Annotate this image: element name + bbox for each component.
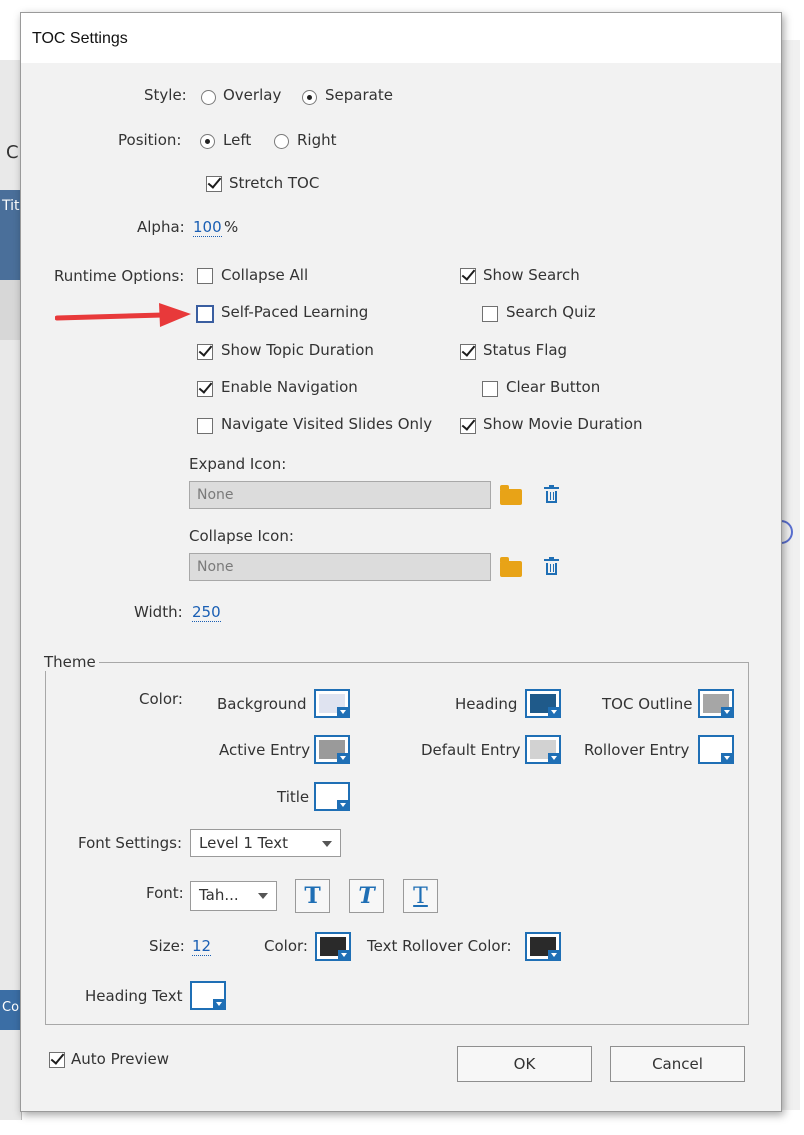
status-flag-label[interactable]: Status Flag <box>483 341 567 359</box>
default-entry-color-label: Default Entry <box>421 741 521 759</box>
default-entry-color-swatch[interactable] <box>525 735 561 764</box>
expand-icon-label: Expand Icon: <box>189 455 287 473</box>
toc-outline-color-label: TOC Outline <box>602 695 693 713</box>
search-quiz-label[interactable]: Search Quiz <box>506 303 596 321</box>
background-grey-panel <box>0 280 20 340</box>
collapse-all-label[interactable]: Collapse All <box>221 266 308 284</box>
alpha-unit: % <box>224 218 239 236</box>
collapse-icon-label: Collapse Icon: <box>189 527 294 545</box>
heading-text-label: Heading Text <box>85 987 183 1005</box>
italic-icon: T <box>358 883 375 909</box>
show-movie-duration-checkbox[interactable] <box>460 418 476 434</box>
clear-button-checkbox[interactable] <box>482 381 498 397</box>
position-label: Position: <box>118 131 182 149</box>
style-overlay-radio[interactable] <box>201 90 216 105</box>
show-movie-duration-label[interactable]: Show Movie Duration <box>483 415 643 433</box>
auto-preview-label[interactable]: Auto Preview <box>71 1050 169 1068</box>
navigate-visited-slides-only-checkbox[interactable] <box>197 418 213 434</box>
collapse-icon-field[interactable]: None <box>189 553 491 581</box>
italic-button[interactable]: T <box>349 879 384 913</box>
ok-button[interactable]: OK <box>457 1046 592 1082</box>
trash-icon[interactable] <box>544 485 559 503</box>
auto-preview-checkbox[interactable] <box>49 1052 65 1068</box>
size-label: Size: <box>149 937 185 955</box>
font-value: Tah... <box>199 886 239 904</box>
folder-icon[interactable] <box>500 557 522 577</box>
font-settings-label: Font Settings: <box>78 834 183 852</box>
status-flag-checkbox[interactable] <box>460 344 476 360</box>
heading-color-label: Heading <box>455 695 518 713</box>
text-color-swatch[interactable] <box>315 932 351 961</box>
text-rollover-color-label: Text Rollover Color: <box>367 937 512 955</box>
font-settings-value: Level 1 Text <box>199 834 289 852</box>
self-paced-learning-checkbox[interactable] <box>196 305 214 323</box>
chevron-down-icon <box>258 893 268 899</box>
toc-outline-color-swatch[interactable] <box>698 689 734 718</box>
position-right-radio[interactable] <box>274 134 289 149</box>
stretch-toc-label[interactable]: Stretch TOC <box>229 174 319 192</box>
show-search-label[interactable]: Show Search <box>483 266 580 284</box>
background-text: Co <box>2 1000 20 1015</box>
dialog-title: TOC Settings <box>32 30 128 47</box>
rollover-entry-color-swatch[interactable] <box>698 735 734 764</box>
navigate-visited-slides-only-label[interactable]: Navigate Visited Slides Only <box>221 415 432 433</box>
text-color-label: Color: <box>264 937 308 955</box>
heading-text-color-swatch[interactable] <box>190 981 226 1010</box>
collapse-all-checkbox[interactable] <box>197 268 213 284</box>
text-rollover-color-swatch[interactable] <box>525 932 561 961</box>
width-value[interactable]: 250 <box>192 603 221 622</box>
title-color-label: Title <box>277 788 310 806</box>
expand-icon-field[interactable]: None <box>189 481 491 509</box>
trash-icon[interactable] <box>544 557 559 575</box>
annotation-arrow-icon <box>55 303 191 327</box>
theme-legend: Theme <box>41 653 99 671</box>
enable-navigation-checkbox[interactable] <box>197 381 213 397</box>
underline-icon: T <box>413 884 428 909</box>
background-ring-shape <box>781 520 793 544</box>
background-color-label: Background <box>217 695 307 713</box>
style-separate-radio[interactable] <box>302 90 317 105</box>
style-label: Style: <box>144 86 187 104</box>
background-app-left: C Titl Co <box>0 60 23 1120</box>
toc-settings-dialog: TOC Settings Style: Overlay Separate Pos… <box>20 12 782 1112</box>
enable-navigation-label[interactable]: Enable Navigation <box>221 378 358 396</box>
show-topic-duration-checkbox[interactable] <box>197 344 213 360</box>
size-value[interactable]: 12 <box>192 937 212 956</box>
clear-button-label[interactable]: Clear Button <box>506 378 600 396</box>
font-dropdown[interactable]: Tah... <box>190 881 277 911</box>
bold-button[interactable]: T <box>295 879 330 913</box>
alpha-label: Alpha: <box>137 218 185 236</box>
title-bar: TOC Settings <box>21 13 781 63</box>
style-separate-label[interactable]: Separate <box>325 86 393 104</box>
alpha-value[interactable]: 100 <box>193 218 222 237</box>
stretch-toc-checkbox[interactable] <box>206 176 222 192</box>
position-right-label[interactable]: Right <box>297 131 337 149</box>
position-left-label[interactable]: Left <box>223 131 251 149</box>
background-app-right <box>780 40 800 1110</box>
theme-color-label: Color: <box>139 690 183 708</box>
folder-icon[interactable] <box>500 485 522 505</box>
underline-button[interactable]: T <box>403 879 438 913</box>
width-label: Width: <box>134 603 183 621</box>
runtime-options-label: Runtime Options: <box>54 267 185 285</box>
self-paced-learning-label[interactable]: Self-Paced Learning <box>221 303 368 321</box>
active-entry-color-label: Active Entry <box>219 741 311 759</box>
style-overlay-label[interactable]: Overlay <box>223 86 281 104</box>
rollover-entry-color-label: Rollover Entry <box>584 741 690 759</box>
background-text: C <box>6 142 19 163</box>
heading-color-swatch[interactable] <box>525 689 561 718</box>
show-search-checkbox[interactable] <box>460 268 476 284</box>
bold-icon: T <box>304 883 321 909</box>
show-topic-duration-label[interactable]: Show Topic Duration <box>221 341 374 359</box>
title-color-swatch[interactable] <box>314 782 350 811</box>
active-entry-color-swatch[interactable] <box>314 735 350 764</box>
position-left-radio[interactable] <box>200 134 215 149</box>
background-color-swatch[interactable] <box>314 689 350 718</box>
chevron-down-icon <box>322 841 332 847</box>
font-label: Font: <box>146 884 184 902</box>
font-settings-dropdown[interactable]: Level 1 Text <box>190 829 341 857</box>
cancel-button[interactable]: Cancel <box>610 1046 745 1082</box>
search-quiz-checkbox[interactable] <box>482 306 498 322</box>
